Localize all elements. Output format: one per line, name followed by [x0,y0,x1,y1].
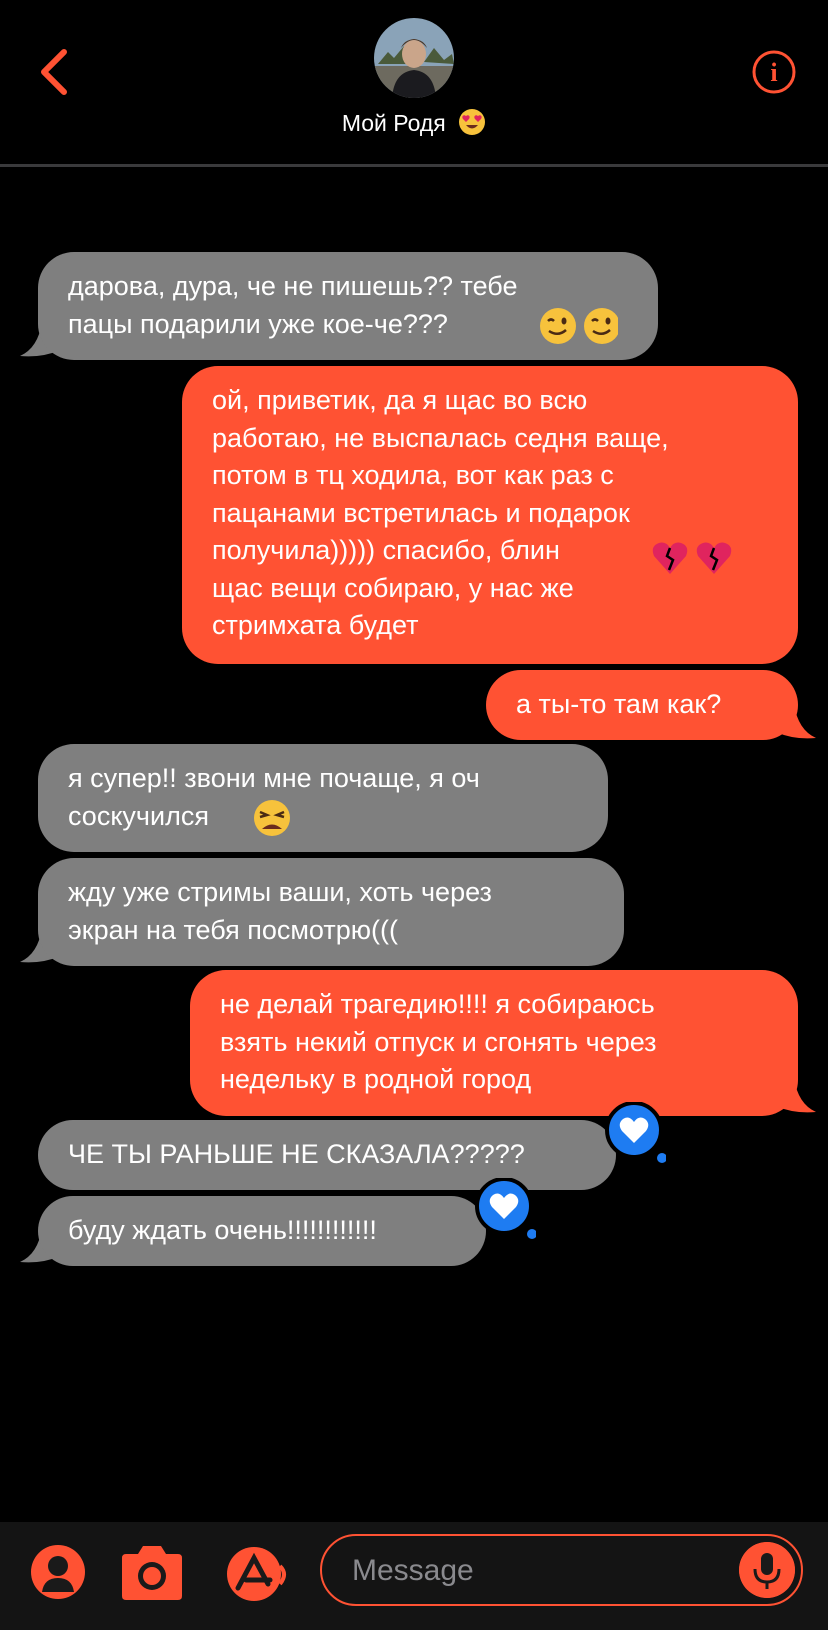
message-text: а ты-то там как? [516,689,722,719]
app-store-icon[interactable] [224,1544,292,1602]
conversation-header: Мой Родя i [0,0,828,166]
contact-icon[interactable] [30,1544,86,1600]
heart-reaction-icon[interactable] [604,1102,666,1164]
broken-heart-emoji [650,538,734,589]
message-text: буду ждать очень!!!!!!!!!!!! [68,1215,377,1245]
message-input[interactable]: Message [320,1534,803,1606]
message-bubble-incoming[interactable]: я супер!! звони мне почаще, я оч соскучи… [38,744,608,852]
camera-icon[interactable] [118,1544,186,1602]
message-bubble-incoming[interactable]: дарова, дура, че не пишешь?? тебе пацы п… [38,252,658,360]
message-text: я супер!! звони мне почаще, я оч соскучи… [68,763,480,831]
chevron-left-icon[interactable] [34,46,74,98]
avatar[interactable] [374,18,454,98]
message-text: жду уже стримы ваши, хоть через экран на… [68,877,492,945]
contact-name-label: Мой Родя [341,110,446,137]
message-text: не делай трагедию!!!! я собираюсь взять … [220,989,657,1094]
message-bubble-incoming[interactable]: жду уже стримы ваши, хоть через экран на… [38,858,624,966]
weary-face-emoji [252,798,292,849]
message-bubble-incoming[interactable]: буду ждать очень!!!!!!!!!!!! [38,1196,486,1266]
message-bubble-outgoing[interactable]: ой, приветик, да я щас во всю работаю, н… [182,366,798,664]
info-icon[interactable]: i [752,50,796,94]
heart-eyes-emoji [458,108,486,142]
message-bubble-outgoing[interactable]: не делай трагедию!!!! я собираюсь взять … [190,970,798,1116]
heart-reaction-icon[interactable] [474,1178,536,1240]
svg-text:i: i [770,58,777,87]
wink-face-emoji [538,306,620,357]
message-bubble-outgoing[interactable]: а ты-то там как? [486,670,798,740]
message-placeholder: Message [352,1554,474,1587]
message-text: ЧЕ ТЫ РАНЬШЕ НЕ СКАЗАЛА????? [68,1139,525,1169]
microphone-icon[interactable] [739,1542,795,1598]
header-divider [0,164,828,167]
contact-name[interactable]: Мой Родя [0,108,828,142]
